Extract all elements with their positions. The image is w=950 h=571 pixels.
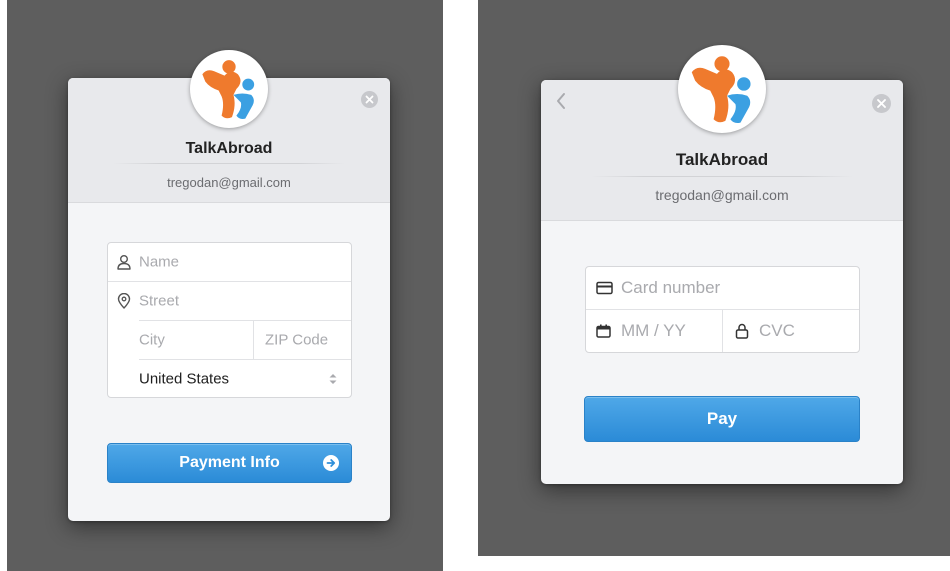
card-form: Card number MM / YY CVC (585, 266, 860, 353)
close-button[interactable] (361, 91, 378, 108)
address-form: Name Street City ZIP Code United States (107, 242, 352, 398)
street-field[interactable]: Street (108, 282, 351, 320)
payment-info-label: Payment Info (179, 454, 280, 471)
street-placeholder: Street (139, 292, 180, 310)
pay-button[interactable]: Pay (584, 396, 860, 442)
expiry-placeholder: MM / YY (621, 321, 686, 340)
talkabroad-logo (190, 50, 268, 128)
arrow-right-circle-icon (323, 455, 339, 471)
lock-icon (735, 323, 749, 339)
pay-label: Pay (706, 409, 738, 428)
address-dialog: TalkAbroad tregodan@gmail.com Name Stree… (68, 50, 390, 521)
city-placeholder: City (139, 331, 165, 349)
zip-placeholder: ZIP Code (265, 331, 329, 349)
payment-dialog: TalkAbroad tregodan@gmail.com Card numbe… (541, 45, 903, 484)
close-button[interactable] (872, 94, 891, 113)
country-select[interactable]: United States (108, 360, 351, 397)
cvc-placeholder: CVC (759, 321, 795, 340)
calendar-icon (596, 324, 611, 338)
title-divider (113, 163, 345, 164)
back-button[interactable] (553, 90, 569, 112)
expiry-field[interactable]: MM / YY (586, 310, 722, 352)
city-field[interactable]: City (139, 321, 253, 359)
user-icon (117, 255, 131, 270)
name-field[interactable]: Name (108, 243, 351, 281)
country-value: United States (139, 370, 230, 387)
close-icon (877, 99, 886, 108)
cvc-field[interactable]: CVC (723, 310, 859, 352)
app-title: TalkAbroad (675, 150, 769, 169)
payment-info-button[interactable]: Payment Info (107, 443, 352, 483)
name-placeholder: Name (139, 253, 180, 271)
talkabroad-logo (678, 45, 766, 133)
location-pin-icon (117, 293, 131, 309)
zip-field[interactable]: ZIP Code (254, 321, 351, 359)
select-arrows-icon (329, 373, 337, 384)
card-number-field[interactable]: Card number (586, 267, 859, 309)
user-email: tregodan@gmail.com (167, 175, 291, 190)
close-icon (365, 95, 374, 104)
card-number-placeholder: Card number (621, 278, 721, 297)
chevron-left-icon (557, 93, 565, 109)
app-title: TalkAbroad (185, 140, 273, 157)
credit-card-icon (596, 281, 613, 295)
title-divider (591, 176, 853, 177)
user-email: tregodan@gmail.com (655, 187, 789, 203)
